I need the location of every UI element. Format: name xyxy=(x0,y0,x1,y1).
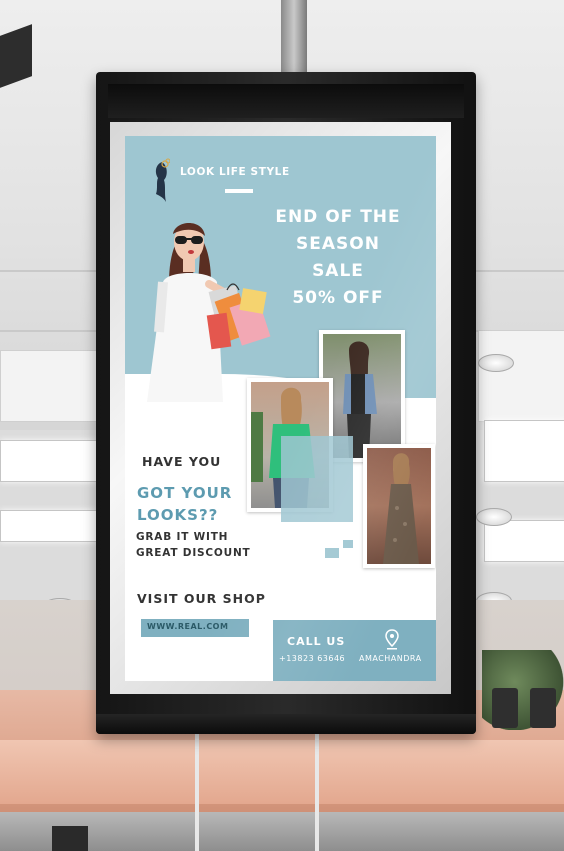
ceiling-light xyxy=(0,440,97,482)
decor-square xyxy=(343,540,353,548)
pillar xyxy=(195,730,199,851)
sign-bottom-bezel xyxy=(96,714,476,734)
contact-box xyxy=(273,620,436,681)
location-pin-icon xyxy=(385,629,399,650)
ceiling-panel xyxy=(478,330,564,422)
ceiling-spotlight xyxy=(476,508,512,526)
ceiling-light xyxy=(484,520,564,562)
call-us-label: CALL US xyxy=(287,635,346,648)
phone-number: +13823 63646 xyxy=(279,654,346,663)
ceiling-light xyxy=(484,420,564,482)
plant-pot xyxy=(492,688,518,728)
ceiling-panel xyxy=(0,350,97,422)
subtext-line: GREAT DISCOUNT xyxy=(136,547,251,559)
woman-silhouette-logo-icon xyxy=(155,158,170,202)
product-photo xyxy=(363,444,435,568)
location-name: AMACHANDRA xyxy=(359,654,422,663)
poster-screen: LOOK LIFE STYLE END OF THE SEASON SALE 5… xyxy=(125,136,436,681)
visit-shop-cta: VISIT OUR SHOP xyxy=(137,591,266,606)
hanging-rod xyxy=(281,0,307,80)
pillar xyxy=(315,730,319,851)
brand-name: LOOK LIFE STYLE xyxy=(180,166,290,178)
discount-subtext: GRAB IT WITH GREAT DISCOUNT xyxy=(136,529,251,561)
brand-underline xyxy=(225,189,253,193)
sign-top-bezel xyxy=(108,84,464,118)
question-line-1: HAVE YOU xyxy=(142,454,222,469)
floral-dress-model xyxy=(383,453,419,564)
subtext-line: GRAB IT WITH xyxy=(136,531,229,543)
question-text: GOT YOUR xyxy=(137,484,233,502)
question-line-2: GOT YOUR LOOKS?? xyxy=(137,482,232,526)
question-text: LOOKS?? xyxy=(137,506,219,524)
store-sign xyxy=(52,826,88,851)
ceiling-spotlight xyxy=(478,354,514,372)
ceiling-light xyxy=(0,510,97,542)
model-with-shopping-bags xyxy=(147,223,271,402)
plant-pot xyxy=(530,688,556,728)
decor-block xyxy=(281,436,353,522)
website-url: WWW.REAL.COM xyxy=(147,622,229,631)
decor-square xyxy=(325,548,339,558)
shop-band xyxy=(0,740,564,804)
